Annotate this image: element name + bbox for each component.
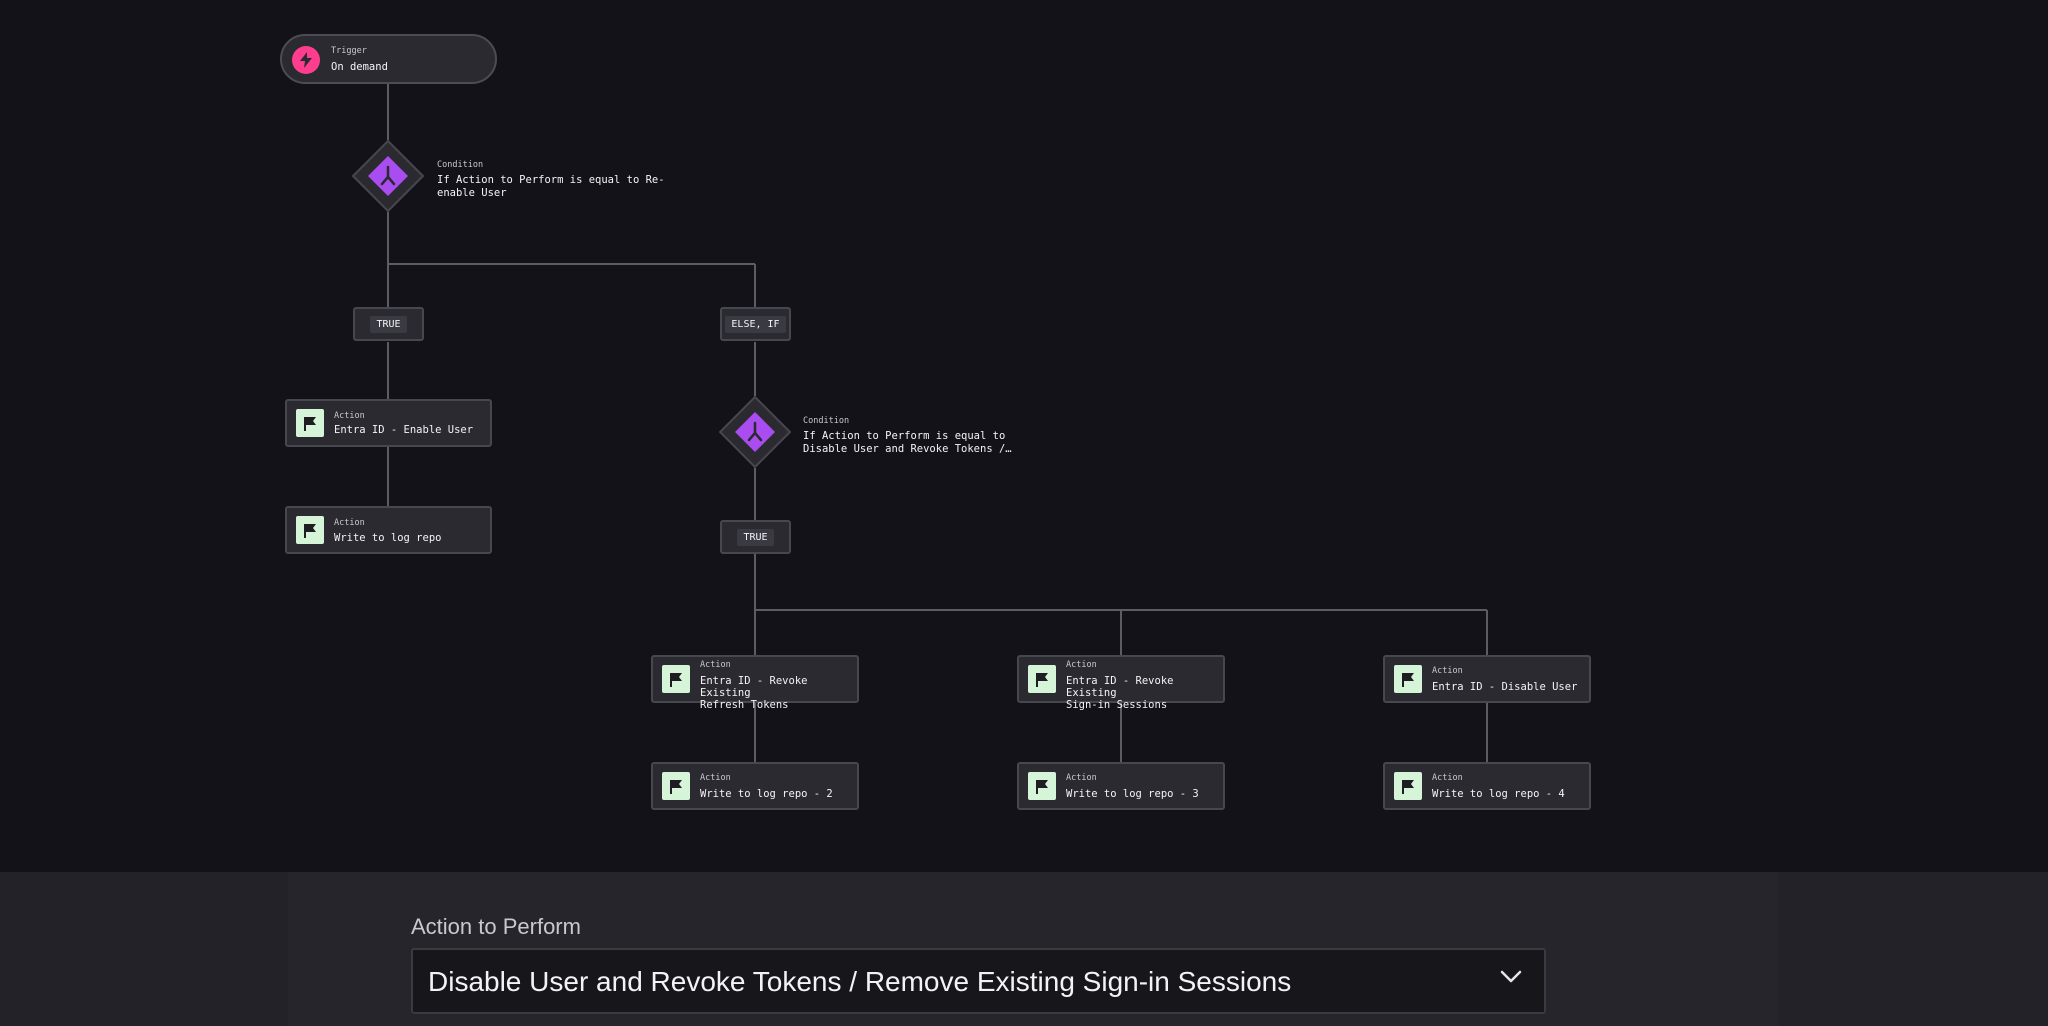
action-kind: Action <box>1432 773 1463 783</box>
action-name: Entra ID - Revoke Existing Refresh Token… <box>700 675 808 711</box>
action-write-log-4[interactable]: Action Write to log repo - 4 <box>1383 762 1591 810</box>
action-revoke-refresh-tokens[interactable]: Action Entra ID - Revoke Existing Refres… <box>651 655 859 711</box>
condition-kind: Condition <box>803 416 850 426</box>
branch-label: ELSE, IF <box>725 315 786 333</box>
action-enable-user[interactable]: Action Entra ID - Enable User <box>285 399 492 447</box>
trigger-name: On demand <box>331 61 388 73</box>
action-kind: Action <box>1066 773 1097 783</box>
flag-icon <box>296 409 324 437</box>
action-name: Write to log repo - 3 <box>1066 788 1199 800</box>
trigger-kind: Trigger <box>331 46 367 56</box>
action-name: Entra ID - Revoke Existing Sign-in Sessi… <box>1066 675 1174 711</box>
lightning-bolt-icon <box>292 46 320 74</box>
flag-icon <box>662 665 690 693</box>
branch-true-2[interactable]: TRUE <box>720 520 791 554</box>
condition-name: If Action to Perform is equal to Disable… <box>803 430 1012 455</box>
flag-icon <box>662 772 690 800</box>
condition-node-1[interactable] <box>352 140 424 212</box>
branch-true-1[interactable]: TRUE <box>353 307 424 341</box>
action-to-perform-label: Action to Perform <box>411 914 581 939</box>
condition-node-2[interactable] <box>719 396 791 468</box>
action-kind: Action <box>1432 666 1463 676</box>
workflow-canvas[interactable]: Trigger On demand Condition If Action to… <box>0 0 2048 872</box>
flag-icon <box>296 516 324 544</box>
action-kind: Action <box>700 773 731 783</box>
action-disable-user[interactable]: Action Entra ID - Disable User <box>1383 655 1591 703</box>
action-revoke-signin-sessions[interactable]: Action Entra ID - Revoke Existing Sign-i… <box>1017 655 1225 711</box>
condition-kind: Condition <box>437 160 484 170</box>
select-value: Disable User and Revoke Tokens / Remove … <box>428 966 1292 997</box>
branch-label: TRUE <box>737 528 774 546</box>
condition-name: If Action to Perform is equal to Re- ena… <box>437 174 665 199</box>
branch-label: TRUE <box>370 315 407 333</box>
trigger-node[interactable]: Trigger On demand <box>280 34 497 84</box>
flag-icon <box>1394 772 1422 800</box>
action-name: Write to log repo <box>334 532 442 544</box>
action-write-log-3[interactable]: Action Write to log repo - 3 <box>1017 762 1225 810</box>
condition-text-2: Condition If Action to Perform is equal … <box>803 416 1012 456</box>
action-write-log-2[interactable]: Action Write to log repo - 2 <box>651 762 859 810</box>
flag-icon <box>1028 665 1056 693</box>
action-name: Entra ID - Enable User <box>334 424 474 436</box>
action-name: Write to log repo - 2 <box>700 788 833 800</box>
action-kind: Action <box>334 411 365 421</box>
action-name: Entra ID - Disable User <box>1432 681 1578 693</box>
action-kind: Action <box>700 660 731 670</box>
branch-else-if[interactable]: ELSE, IF <box>720 307 791 341</box>
action-to-perform-select[interactable]: Disable User and Revoke Tokens / Remove … <box>411 948 1546 1014</box>
chevron-down-icon[interactable] <box>1500 970 1522 984</box>
flag-icon <box>1394 665 1422 693</box>
condition-text-1: Condition If Action to Perform is equal … <box>437 160 665 200</box>
flag-icon <box>1028 772 1056 800</box>
action-write-log[interactable]: Action Write to log repo <box>285 506 492 554</box>
action-kind: Action <box>334 518 365 528</box>
action-name: Write to log repo - 4 <box>1432 788 1565 800</box>
action-kind: Action <box>1066 660 1097 670</box>
